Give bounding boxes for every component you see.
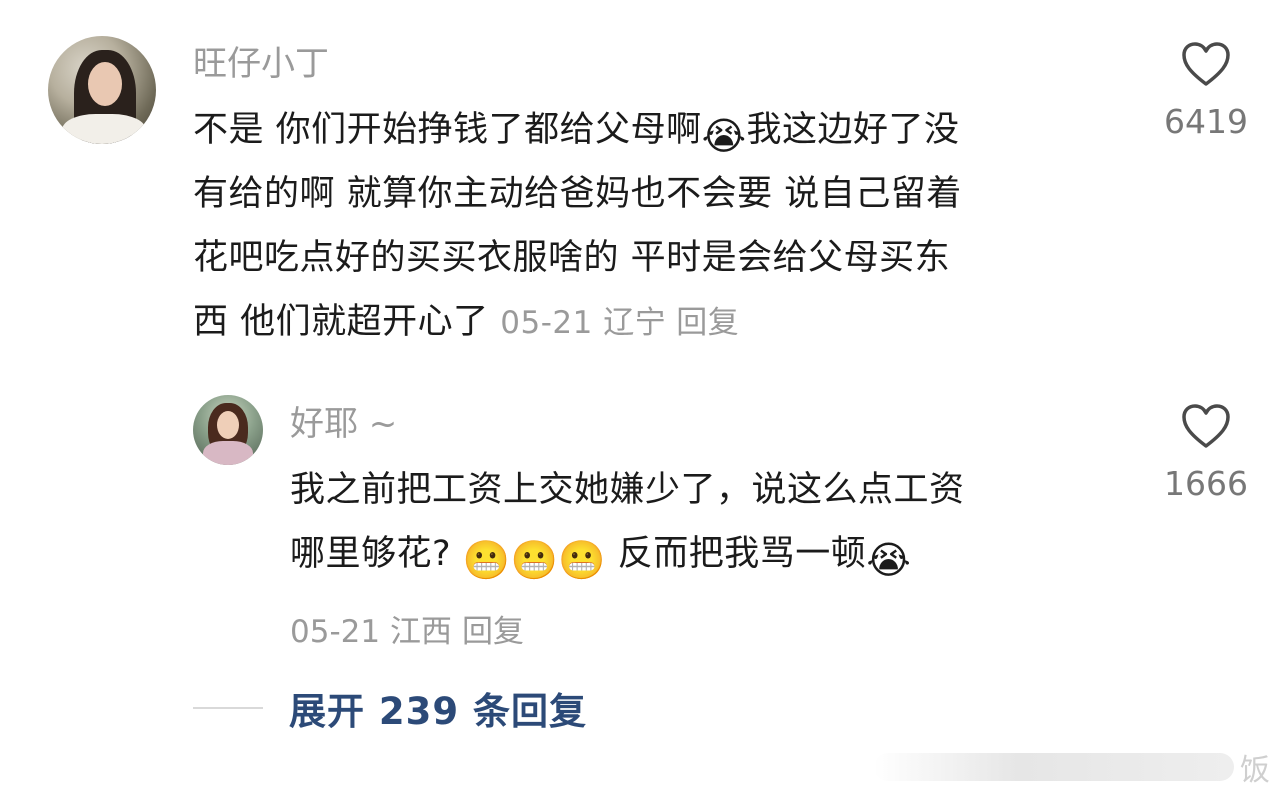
comment-text-line: 我这边好了没 — [746, 110, 960, 150]
comment-username[interactable]: 好耶 ~ — [290, 404, 397, 444]
comment-username[interactable]: 旺仔小丁 — [193, 44, 329, 84]
comment-location: 江西 — [389, 614, 452, 650]
like-count: 6419 — [1164, 102, 1248, 141]
comment-date: 05-21 — [290, 614, 381, 650]
like-button[interactable]: 1666 — [1151, 402, 1261, 503]
comment-meta: 05-21 江西 回复 — [290, 606, 524, 651]
crying-emoji-icon: 😭 — [701, 114, 747, 158]
expand-replies-label[interactable]: 展开 239 条回复 — [289, 681, 587, 735]
comment-meta: 05-21 辽宁 回复 — [500, 305, 739, 341]
divider — [193, 707, 263, 709]
comment-text-line: 花吧吃点好的买买衣服啥的 平时是会给父母买东 — [193, 238, 951, 278]
comment-date: 05-21 — [500, 305, 593, 341]
heart-outline-icon — [1182, 404, 1230, 448]
comment-location: 辽宁 — [603, 305, 667, 341]
comment-body: 不是 你们开始挣钱了都给父母啊😭我这边好了没 有给的啊 就算你主动给爸妈也不会要… — [193, 98, 1113, 355]
reply-button[interactable]: 回复 — [462, 614, 524, 650]
grimace-emoji-icon: 😬😬😬 — [462, 538, 607, 582]
comment-text-line: 反而把我骂一顿 — [606, 534, 867, 574]
comment-text-line: 西 他们就超开心了 — [193, 302, 489, 342]
like-button[interactable]: 6419 — [1151, 40, 1261, 141]
watermark-bar — [874, 753, 1234, 781]
comment-text-line: 哪里够花? — [290, 534, 452, 574]
expand-replies[interactable]: 展开 239 条回复 — [193, 683, 753, 733]
comment-text-line: 我之前把工资上交她嫌少了，说这么点工资 — [290, 470, 965, 510]
avatar[interactable] — [193, 395, 263, 465]
reply-button[interactable]: 回复 — [676, 305, 739, 341]
like-count: 1666 — [1164, 464, 1248, 503]
watermark: 饭 — [850, 744, 1270, 790]
heart-outline-icon — [1182, 42, 1230, 86]
comment-text-line: 不是 你们开始挣钱了都给父母啊 — [193, 110, 702, 150]
crying-emoji-icon: 😭 — [866, 538, 912, 582]
comment-text-line: 有给的啊 就算你主动给爸妈也不会要 说自己留着 — [193, 174, 962, 214]
watermark-text: 饭 — [1240, 753, 1270, 788]
avatar[interactable] — [48, 36, 156, 144]
comment-body: 我之前把工资上交她嫌少了，说这么点工资 哪里够花? 😬😬😬 反而把我骂一顿😭 — [290, 458, 1110, 586]
